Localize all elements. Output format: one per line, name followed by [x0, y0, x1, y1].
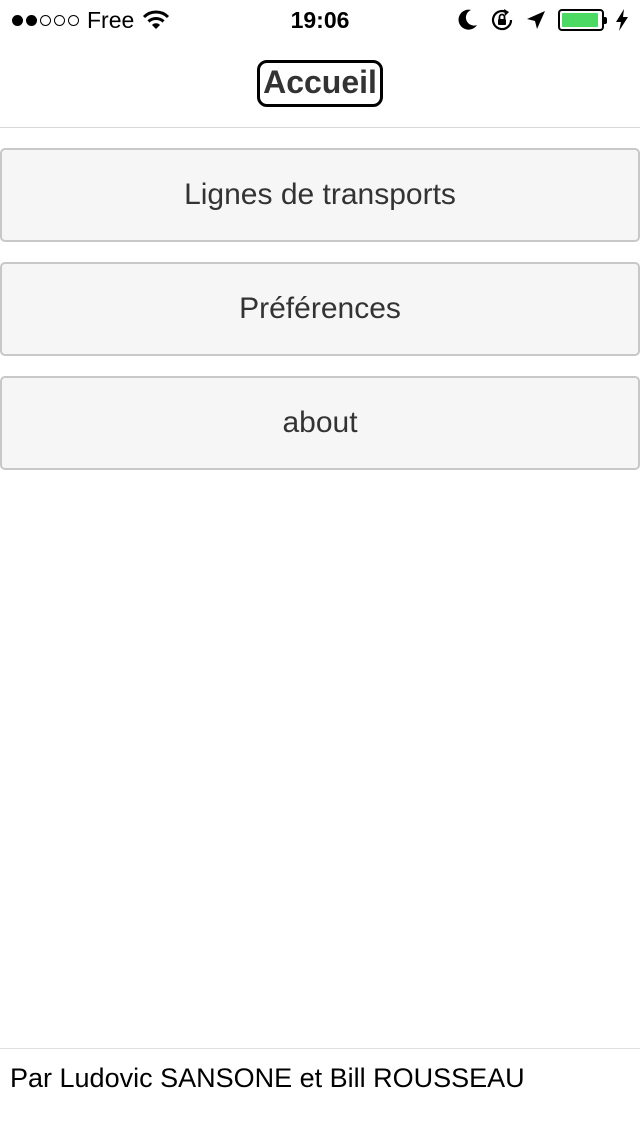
- charging-bolt-icon: [616, 9, 628, 31]
- carrier-name: Free: [87, 6, 135, 33]
- preferences-button[interactable]: Préférences: [0, 262, 640, 356]
- credits-footer: Par Ludovic SANSONE et Bill ROUSSEAU: [0, 1048, 640, 1136]
- battery-icon: [558, 9, 607, 31]
- signal-dot: [68, 14, 79, 26]
- status-left: Free: [12, 7, 170, 34]
- app-screen: Free 19:06 Accueil Lignes de transports …: [0, 0, 640, 1136]
- navigation-bar: Accueil: [0, 40, 640, 128]
- signal-strength-icon: [12, 14, 79, 26]
- credits-text: Par Ludovic SANSONE et Bill ROUSSEAU: [10, 1063, 525, 1093]
- transport-lines-button[interactable]: Lignes de transports: [0, 148, 640, 242]
- about-button[interactable]: about: [0, 376, 640, 470]
- signal-dot: [54, 14, 65, 26]
- battery-level: [562, 13, 599, 27]
- signal-dot: [12, 14, 23, 26]
- status-bar: Free 19:06: [0, 0, 640, 40]
- location-arrow-icon: [527, 11, 545, 29]
- wifi-icon: [143, 10, 170, 29]
- status-right: [458, 8, 628, 32]
- main-menu: Lignes de transports Préférences about: [0, 148, 640, 490]
- signal-dot: [40, 14, 51, 26]
- signal-dot: [26, 14, 37, 26]
- page-title: Accueil: [257, 59, 383, 108]
- moon-icon: [458, 9, 477, 30]
- rotation-lock-icon: [491, 9, 513, 31]
